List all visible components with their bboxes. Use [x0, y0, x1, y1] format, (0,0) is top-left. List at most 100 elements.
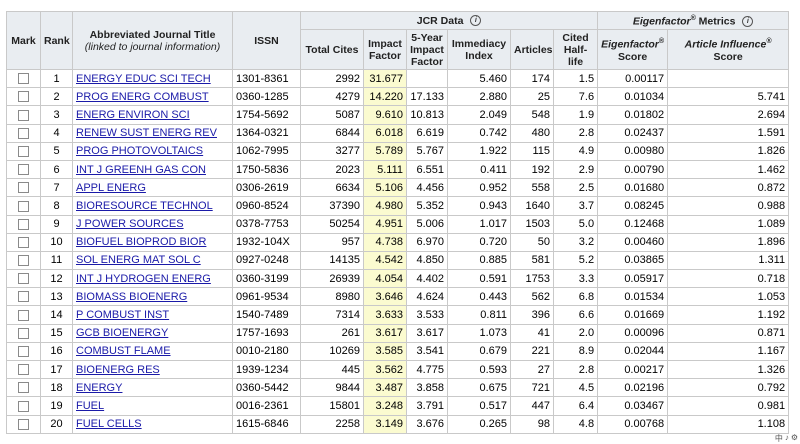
five-year-if-cell — [406, 68, 448, 89]
total-cites-cell: 2023 — [300, 159, 364, 180]
journal-title-link[interactable]: BIOFUEL BIOPROD BIOR — [76, 236, 206, 248]
mark-checkbox[interactable] — [18, 109, 29, 121]
rank-cell: 10 — [40, 232, 73, 252]
half-life-cell: 8.9 — [552, 341, 599, 362]
mark-checkbox[interactable] — [18, 145, 29, 157]
half-life-cell: 2.9 — [552, 159, 599, 180]
ime-language[interactable]: 中 — [775, 433, 783, 443]
journal-title-link[interactable]: COMBUST FLAME — [76, 345, 171, 357]
mark-cell — [6, 323, 41, 343]
journal-title-link[interactable]: PROG PHOTOVOLTAICS — [76, 145, 203, 157]
mark-cell — [6, 287, 41, 307]
mark-checkbox[interactable] — [18, 273, 29, 285]
mark-checkbox[interactable] — [18, 255, 29, 267]
rank-header: Rank — [40, 11, 73, 70]
mark-cell — [6, 196, 41, 216]
half-life-cell: 3.2 — [552, 232, 599, 252]
articles-cell: 221 — [510, 341, 554, 362]
immediacy-cell: 0.517 — [447, 396, 511, 416]
mark-cell — [6, 87, 41, 107]
journal-title-link[interactable]: ENERGY EDUC SCI TECH — [76, 73, 211, 85]
rank-cell: 2 — [40, 87, 73, 107]
rank-cell: 20 — [40, 414, 73, 434]
journal-title-link[interactable]: INT J HYDROGEN ENERG — [76, 273, 211, 285]
impact-factor-cell: 6.018 — [363, 123, 407, 143]
mark-checkbox[interactable] — [18, 91, 29, 103]
half-life-cell: 4.8 — [552, 414, 599, 434]
impact-factor-cell: 3.562 — [363, 359, 407, 380]
mark-checkbox[interactable] — [18, 291, 29, 303]
journal-title-cell: ENERGY — [72, 378, 233, 398]
five-year-if-cell: 3.533 — [406, 305, 448, 325]
five-year-if-cell: 6.970 — [406, 232, 448, 252]
ai-score-cell: 1.192 — [667, 305, 790, 325]
ime-music-icon[interactable]: ♪ — [785, 433, 789, 442]
journal-title-cell: APPL ENERG — [72, 178, 233, 198]
journal-title-link[interactable]: GCB BIOENERGY — [76, 327, 168, 339]
five-year-if-cell: 3.541 — [406, 341, 448, 362]
journal-title-link[interactable]: RENEW SUST ENERG REV — [76, 127, 217, 139]
ai-score-cell: 1.462 — [667, 159, 790, 180]
mark-checkbox[interactable] — [18, 327, 29, 339]
articles-header: Articles — [510, 29, 554, 70]
mark-checkbox[interactable] — [18, 218, 29, 230]
mark-checkbox[interactable] — [18, 73, 29, 85]
mark-checkbox[interactable] — [18, 382, 29, 394]
five-year-if-cell: 3.676 — [406, 414, 448, 434]
ef-score-cell: 0.01802 — [597, 105, 669, 125]
journal-title-link[interactable]: INT J GREENH GAS CON — [76, 164, 206, 176]
mark-cell — [6, 269, 41, 289]
five-year-if-cell: 5.352 — [406, 196, 448, 216]
mark-checkbox[interactable] — [18, 309, 29, 321]
total-cites-cell: 8980 — [300, 287, 364, 307]
journal-title-link[interactable]: SOL ENERG MAT SOL C — [76, 254, 201, 266]
mark-checkbox[interactable] — [18, 400, 29, 412]
impact-factor-cell: 3.633 — [363, 305, 407, 325]
mark-checkbox[interactable] — [18, 127, 29, 139]
journal-title-link[interactable]: FUEL — [76, 400, 104, 412]
rank-cell: 14 — [40, 305, 73, 325]
journal-title-link[interactable]: BIOMASS BIOENERG — [76, 291, 187, 303]
five-year-if-cell: 4.624 — [406, 287, 448, 307]
ime-gear-icon[interactable]: ⚙ — [791, 433, 798, 442]
articles-cell: 41 — [510, 323, 554, 343]
issn-cell: 0360-3199 — [232, 269, 301, 289]
info-icon[interactable]: i — [742, 16, 754, 28]
five-year-if-cell: 4.850 — [406, 250, 448, 271]
journal-title-link[interactable]: FUEL CELLS — [76, 418, 142, 430]
issn-cell: 1615-6846 — [232, 414, 301, 434]
issn-cell: 0306-2619 — [232, 178, 301, 198]
table-row: 16 COMBUST FLAME 0010-2180 10269 3.585 3.541 0… — [6, 341, 790, 362]
ai-score-cell: 5.741 — [667, 87, 790, 107]
journal-title-link[interactable]: J POWER SOURCES — [76, 218, 184, 230]
issn-cell: 0961-9534 — [232, 287, 301, 307]
journal-title-link[interactable]: BIOENERG RES — [76, 364, 160, 376]
mark-checkbox[interactable] — [18, 236, 29, 248]
half-life-cell: 1.5 — [552, 68, 599, 89]
table-row: 18 ENERGY 0360-5442 9844 3.487 3.858 0.675 721 4… — [6, 378, 790, 398]
journal-title-cell: FUEL CELLS — [72, 414, 233, 434]
ai-score-cell: 2.694 — [667, 105, 790, 125]
rank-cell: 18 — [40, 378, 73, 398]
ef-score-header: Eigenfactor® Score — [597, 29, 669, 70]
rank-cell: 6 — [40, 159, 73, 180]
mark-checkbox[interactable] — [18, 418, 29, 430]
mark-cell — [6, 68, 41, 89]
mark-checkbox[interactable] — [18, 364, 29, 376]
mark-checkbox[interactable] — [18, 182, 29, 194]
articles-cell: 1503 — [510, 214, 554, 234]
mark-header: Mark — [6, 11, 41, 70]
mark-checkbox[interactable] — [18, 346, 29, 357]
info-icon[interactable]: i — [470, 15, 482, 27]
journal-title-link[interactable]: P COMBUST INST — [76, 309, 169, 321]
journal-title-link[interactable]: ENERG ENVIRON SCI — [76, 109, 190, 121]
impact-factor-cell: 31.677 — [363, 68, 407, 89]
journal-title-cell: ENERGY EDUC SCI TECH — [72, 68, 233, 89]
mark-checkbox[interactable] — [18, 200, 29, 212]
journal-title-link[interactable]: APPL ENERG — [76, 182, 146, 194]
rank-cell: 15 — [40, 323, 73, 343]
journal-title-link[interactable]: ENERGY — [76, 382, 122, 394]
journal-title-link[interactable]: BIORESOURCE TECHNOL — [76, 200, 213, 212]
journal-title-link[interactable]: PROG ENERG COMBUST — [76, 91, 209, 103]
mark-checkbox[interactable] — [18, 164, 29, 176]
